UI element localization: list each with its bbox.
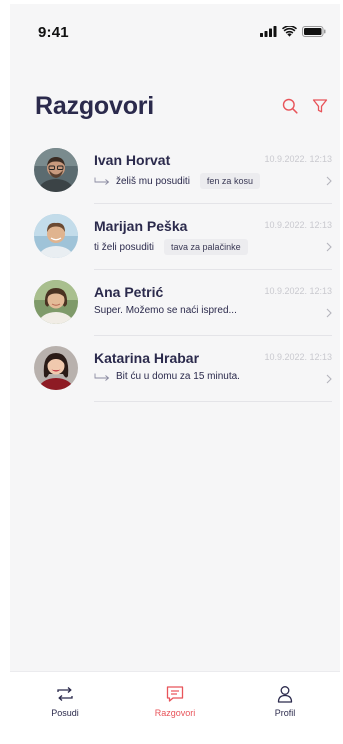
page-title: Razgovori bbox=[35, 92, 155, 120]
conversation-item-ivan-horvat[interactable]: Ivan Horvat 10.9.2022. 12:13 želiš mu po… bbox=[10, 140, 340, 204]
avatar bbox=[34, 280, 78, 324]
conversation-body: Marijan Peška 10.9.2022. 12:13 ti želi p… bbox=[94, 206, 332, 270]
item-tag: tava za palačinke bbox=[164, 239, 248, 255]
contact-name: Katarina Hrabar bbox=[94, 350, 200, 366]
message-timestamp: 10.9.2022. 12:13 bbox=[264, 154, 332, 164]
tab-profil[interactable]: Profil bbox=[230, 672, 340, 736]
preview-text: želiš mu posuditi bbox=[116, 175, 190, 187]
conversation-list: Ivan Horvat 10.9.2022. 12:13 želiš mu po… bbox=[10, 140, 340, 404]
contact-name: Ana Petrić bbox=[94, 284, 164, 300]
signal-icon bbox=[260, 26, 277, 37]
chevron-right-icon bbox=[326, 242, 332, 252]
status-bar: 9:41 bbox=[10, 4, 340, 52]
preview-text: Bit ću u domu za 15 minuta. bbox=[116, 371, 240, 382]
chat-icon bbox=[165, 684, 185, 704]
contact-name: Marijan Peška bbox=[94, 218, 188, 234]
status-icons bbox=[260, 26, 326, 37]
conversation-body: Ivan Horvat 10.9.2022. 12:13 želiš mu po… bbox=[94, 140, 332, 204]
tab-razgovori[interactable]: Razgovori bbox=[120, 672, 230, 736]
user-icon bbox=[275, 684, 295, 704]
conversation-item-marijan-peska[interactable]: Marijan Peška 10.9.2022. 12:13 ti želi p… bbox=[10, 206, 340, 270]
wifi-icon bbox=[282, 26, 297, 37]
tab-label: Profil bbox=[274, 708, 296, 718]
chevron-right-icon bbox=[326, 374, 332, 384]
avatar bbox=[34, 346, 78, 390]
item-tag: fen za kosu bbox=[199, 173, 260, 189]
chevron-right-icon bbox=[326, 176, 332, 186]
message-preview: Super. Možemo se naći ispred... bbox=[94, 305, 310, 316]
conversation-item-katarina-hrabar[interactable]: Katarina Hrabar 10.9.2022. 12:13 Bit ću … bbox=[10, 338, 340, 402]
preview-text: Super. Možemo se naći ispred... bbox=[94, 305, 237, 316]
preview-text: ti želi posuditi bbox=[94, 241, 155, 253]
message-preview: želiš mu posuditi fen za kosu bbox=[94, 173, 310, 189]
chevron-right-icon bbox=[326, 308, 332, 318]
tab-label: Razgovori bbox=[154, 708, 196, 718]
header-actions bbox=[282, 98, 328, 119]
status-time: 9:41 bbox=[38, 24, 69, 41]
message-preview: ti želi posuditi tava za palačinke bbox=[94, 239, 310, 255]
reply-arrow-icon bbox=[94, 177, 110, 185]
contact-name: Ivan Horvat bbox=[94, 152, 171, 168]
message-preview: Bit ću u domu za 15 minuta. bbox=[94, 371, 310, 382]
bottom-tab-bar: Posudi Razgovori Profil bbox=[10, 671, 340, 736]
filter-icon[interactable] bbox=[312, 98, 328, 119]
avatar bbox=[34, 214, 78, 258]
search-icon[interactable] bbox=[282, 98, 298, 119]
swap-arrows-icon bbox=[55, 684, 75, 704]
reply-arrow-icon bbox=[94, 373, 110, 381]
tab-label: Posudi bbox=[51, 708, 79, 718]
battery-icon bbox=[302, 26, 326, 37]
app-screen: 9:41 Razgovori Ivan Horvat 10.9.2022. 12… bbox=[10, 4, 340, 736]
conversation-item-ana-petric[interactable]: Ana Petrić 10.9.2022. 12:13 Super. Možem… bbox=[10, 272, 340, 336]
conversation-body: Katarina Hrabar 10.9.2022. 12:13 Bit ću … bbox=[94, 338, 332, 402]
message-timestamp: 10.9.2022. 12:13 bbox=[264, 352, 332, 362]
message-timestamp: 10.9.2022. 12:13 bbox=[264, 220, 332, 230]
avatar bbox=[34, 148, 78, 192]
message-timestamp: 10.9.2022. 12:13 bbox=[264, 286, 332, 296]
tab-posudi[interactable]: Posudi bbox=[10, 672, 120, 736]
conversation-body: Ana Petrić 10.9.2022. 12:13 Super. Možem… bbox=[94, 272, 332, 336]
